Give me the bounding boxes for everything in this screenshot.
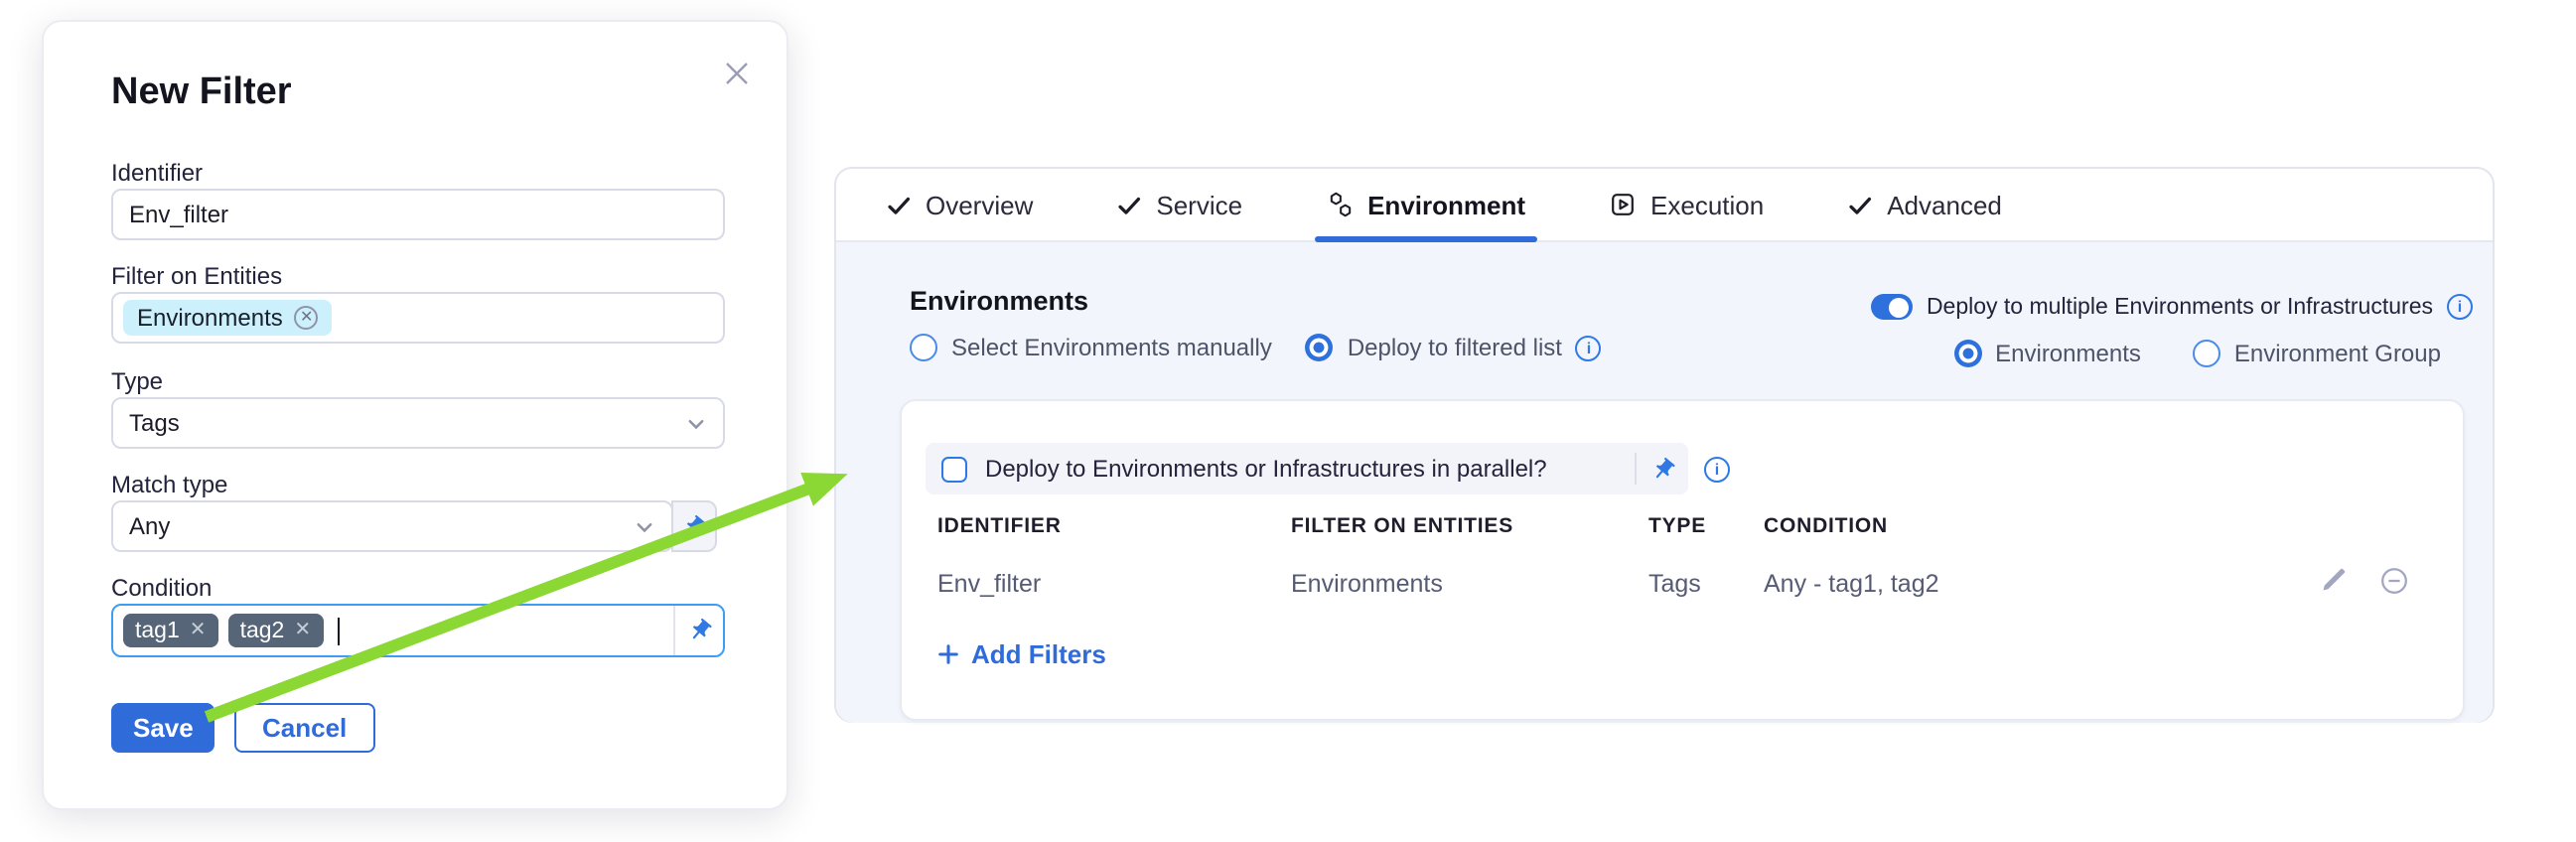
tab-overview[interactable]: Overview bbox=[886, 169, 1033, 240]
cell-type: Tags bbox=[1648, 570, 1764, 598]
radio-label: Deploy to filtered list bbox=[1348, 334, 1562, 361]
parallel-label: Deploy to Environments or Infrastructure… bbox=[985, 455, 1547, 483]
plus-icon bbox=[937, 643, 959, 665]
multi-env-toggle[interactable] bbox=[1871, 294, 1913, 320]
type-label: Type bbox=[111, 367, 163, 395]
stage-tabbar: Overview Service Environment Execution bbox=[836, 169, 2493, 242]
info-icon[interactable]: i bbox=[1704, 456, 1730, 482]
pipeline-stage-panel: Overview Service Environment Execution bbox=[834, 167, 2495, 723]
pushpin-icon bbox=[681, 513, 707, 539]
table-row: Env_filter Environments Tags Any - tag1,… bbox=[937, 570, 1939, 598]
cell-condition: Any - tag1, tag2 bbox=[1764, 570, 1939, 598]
pencil-icon[interactable] bbox=[2320, 566, 2348, 594]
tab-label: Overview bbox=[926, 190, 1033, 219]
radio-icon[interactable] bbox=[910, 334, 937, 361]
tab-execution[interactable]: Execution bbox=[1609, 169, 1764, 240]
identifier-label: Identifier bbox=[111, 159, 203, 187]
condition-chip-label: tag2 bbox=[240, 619, 285, 642]
col-filter-on-entities: FILTER ON ENTITIES bbox=[1291, 514, 1648, 538]
check-icon bbox=[1116, 192, 1142, 217]
cell-identifier: Env_filter bbox=[937, 570, 1291, 598]
hexagons-icon bbox=[1326, 191, 1354, 218]
parallel-checkbox[interactable] bbox=[941, 456, 967, 482]
radio-label: Environment Group bbox=[2234, 340, 2441, 367]
radio-deploy-filtered[interactable]: Deploy to filtered list i bbox=[1306, 334, 1602, 361]
chevron-down-icon bbox=[634, 515, 655, 537]
condition-input[interactable]: tag1 ✕ tag2 ✕ bbox=[111, 604, 725, 657]
circled-x-icon[interactable]: ✕ bbox=[295, 306, 319, 330]
multi-env-toggle-row: Deploy to multiple Environments or Infra… bbox=[1871, 294, 2473, 320]
condition-chip-label: tag1 bbox=[135, 619, 180, 642]
environment-tab-content: Environments Select Environments manuall… bbox=[836, 242, 2493, 723]
env-target-radios: Environments Environment Group bbox=[1953, 340, 2441, 367]
radio-environments[interactable]: Environments bbox=[1953, 340, 2141, 367]
filters-card: Deploy to Environments or Infrastructure… bbox=[900, 399, 2465, 721]
radio-label: Select Environments manually bbox=[951, 334, 1272, 361]
condition-label: Condition bbox=[111, 574, 212, 602]
info-icon[interactable]: i bbox=[2447, 294, 2473, 320]
environments-heading: Environments bbox=[910, 286, 1088, 316]
col-identifier: IDENTIFIER bbox=[937, 514, 1291, 538]
page: New Filter Identifier Env_filter Filter … bbox=[0, 0, 2576, 842]
tab-advanced[interactable]: Advanced bbox=[1847, 169, 2002, 240]
cancel-button[interactable]: Cancel bbox=[234, 703, 374, 753]
tab-label: Environment bbox=[1367, 190, 1525, 219]
match-type-label: Match type bbox=[111, 471, 227, 498]
radio-icon[interactable] bbox=[2193, 340, 2220, 367]
entities-label: Filter on Entities bbox=[111, 262, 282, 290]
text-caret bbox=[337, 617, 339, 644]
type-select[interactable]: Tags bbox=[111, 397, 725, 449]
match-type-pin-button[interactable] bbox=[671, 500, 717, 552]
x-icon[interactable]: ✕ bbox=[294, 621, 311, 640]
identifier-input[interactable]: Env_filter bbox=[111, 189, 725, 240]
condition-pin-button[interactable] bbox=[673, 606, 723, 655]
condition-chip: tag1 ✕ bbox=[123, 614, 218, 647]
tab-label: Service bbox=[1156, 190, 1242, 219]
match-type-value: Any bbox=[129, 512, 170, 540]
chevron-down-icon bbox=[685, 412, 707, 434]
tab-service[interactable]: Service bbox=[1116, 169, 1242, 240]
toggle-label: Deploy to multiple Environments or Infra… bbox=[1927, 295, 2433, 319]
parallel-strip: Deploy to Environments or Infrastructure… bbox=[926, 443, 1688, 494]
entities-chip: Environments ✕ bbox=[123, 300, 333, 336]
entities-chip-label: Environments bbox=[137, 304, 283, 332]
filters-table-header: IDENTIFIER FILTER ON ENTITIES TYPE CONDI… bbox=[937, 514, 1888, 538]
check-icon bbox=[886, 192, 912, 217]
radio-icon[interactable] bbox=[1953, 340, 1981, 367]
info-icon[interactable]: i bbox=[1576, 335, 1602, 360]
tab-label: Execution bbox=[1650, 190, 1764, 219]
check-icon bbox=[1847, 192, 1873, 217]
cell-entities: Environments bbox=[1291, 570, 1648, 598]
modal-title: New Filter bbox=[111, 71, 292, 115]
tab-environment[interactable]: Environment bbox=[1326, 169, 1525, 240]
pushpin-icon bbox=[686, 618, 712, 643]
parallel-strip-row: Deploy to Environments or Infrastructure… bbox=[926, 443, 1730, 494]
radio-label: Environments bbox=[1995, 340, 2141, 367]
entities-input[interactable]: Environments ✕ bbox=[111, 292, 725, 344]
save-button[interactable]: Save bbox=[111, 703, 215, 753]
play-box-icon bbox=[1609, 191, 1637, 218]
type-value: Tags bbox=[129, 409, 180, 437]
col-condition: CONDITION bbox=[1764, 514, 1888, 538]
add-filters-label: Add Filters bbox=[971, 639, 1106, 669]
add-filters-button[interactable]: Add Filters bbox=[937, 639, 1106, 669]
x-icon[interactable]: ✕ bbox=[190, 621, 207, 640]
match-type-select[interactable]: Any bbox=[111, 500, 673, 552]
close-icon[interactable] bbox=[721, 58, 753, 89]
environment-mode-radios: Select Environments manually Deploy to f… bbox=[910, 334, 1602, 361]
radio-environment-group[interactable]: Environment Group bbox=[2193, 340, 2441, 367]
radio-select-manually[interactable]: Select Environments manually bbox=[910, 334, 1272, 361]
condition-chip: tag2 ✕ bbox=[228, 614, 324, 647]
radio-icon[interactable] bbox=[1306, 334, 1334, 361]
new-filter-modal: New Filter Identifier Env_filter Filter … bbox=[42, 20, 788, 810]
pushpin-icon bbox=[1649, 456, 1675, 482]
identifier-value: Env_filter bbox=[129, 201, 228, 228]
tab-label: Advanced bbox=[1887, 190, 2002, 219]
parallel-pin-button[interactable] bbox=[1637, 456, 1688, 482]
minus-circle-icon[interactable] bbox=[2379, 566, 2409, 596]
col-type: TYPE bbox=[1648, 514, 1764, 538]
